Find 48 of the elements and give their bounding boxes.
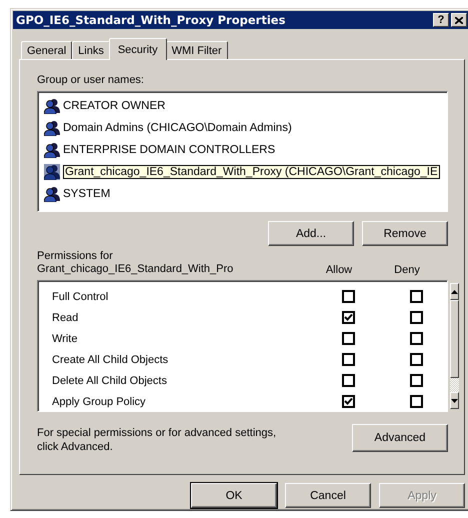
permission-name: Apply Group Policy [52,396,147,408]
permission-name: Full Control [52,290,110,302]
checkbox[interactable] [342,332,354,345]
button[interactable]: OK [191,483,277,508]
permissions-subject: Grant_chicago_IE6_Standard_With_Pro [37,263,234,276]
checkbox[interactable] [342,311,354,324]
advanced-button[interactable]: Advanced [352,424,448,452]
checkbox[interactable] [342,353,354,366]
checkbox[interactable] [342,395,354,408]
list-item[interactable]: Domain Admins (CHICAGO\Domain Admins) [63,122,292,134]
advanced-note: For special permissions or for advanced settings, click Advanced. [37,426,278,454]
tab[interactable]: Links [72,41,110,59]
button[interactable]: Remove [362,221,448,246]
list-item[interactable]: CREATOR OWNER [63,100,166,112]
list-item[interactable]: SYSTEM [63,188,110,200]
button[interactable]: Add... [268,221,354,246]
checkbox[interactable] [410,374,422,387]
tab[interactable]: General [21,41,72,59]
permission-name: Write [52,332,78,344]
button[interactable]: Cancel [285,483,371,508]
scrollbar[interactable] [450,283,459,409]
tooltip: Grant_chicago_IE6_Standard_With_Proxy (CHICAGO\Grant_chicago_IE [63,165,440,179]
list-label: Group or user names: [37,74,145,87]
permission-name: Create All Child Objects [52,354,170,366]
checkbox[interactable] [410,311,422,324]
checkbox[interactable] [410,395,422,408]
scroll-down-button[interactable] [450,392,459,409]
scroll-thumb[interactable] [450,300,459,378]
checkbox[interactable] [342,290,354,303]
checkbox[interactable] [410,332,422,345]
tab[interactable]: WMI Filter [166,41,228,59]
tab[interactable]: Security [108,38,167,60]
scroll-up-button[interactable] [450,283,459,300]
checkbox[interactable] [410,290,422,303]
permission-name: Read [52,312,80,324]
window-title: GPO_IE6_Standard_With_Proxy Properties [16,13,286,27]
close-button[interactable] [451,13,467,27]
column-header: Allow [324,264,354,276]
list-item[interactable]: ENTERPRISE DOMAIN CONTROLLERS [63,144,276,156]
checkbox[interactable] [410,353,422,366]
close-icon [455,16,463,24]
checkbox[interactable] [342,374,354,387]
permission-name: Delete All Child Objects [52,374,168,386]
up-arrow-icon [451,290,458,294]
down-arrow-icon [451,398,458,402]
help-button[interactable]: ? [433,13,449,27]
column-header: Deny [393,264,421,276]
permissions-label: Permissions for [37,250,114,263]
